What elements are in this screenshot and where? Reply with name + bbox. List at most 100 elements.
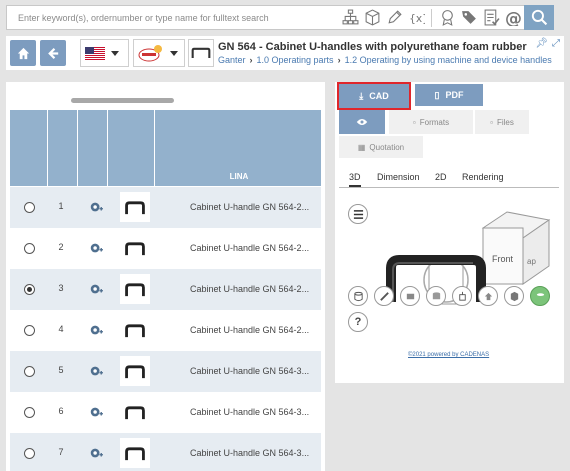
gear-plus-icon[interactable] (89, 364, 103, 378)
tab-3d[interactable]: 3D (349, 172, 361, 187)
row-name: Cabinet U-handle GN 564-3... (190, 448, 310, 458)
us-flag-icon (85, 46, 105, 60)
tab-rendering[interactable]: Rendering (462, 172, 504, 182)
row-name: Cabinet U-handle GN 564-2... (190, 243, 310, 253)
row-number: 7 (58, 447, 64, 457)
section-icon[interactable] (400, 286, 420, 306)
column-header-lina[interactable]: LINA (157, 172, 321, 181)
row-name: Cabinet U-handle GN 564-2... (190, 284, 310, 294)
product-table-panel: LINA 1 Cabinet U-handle GN 564-2... 2 Cabin… (6, 82, 325, 471)
powered-by-link[interactable]: ©2021 powered by CADENAS (408, 352, 489, 358)
language-dropdown[interactable] (80, 39, 129, 67)
breadcrumb-operating-parts[interactable]: 1.0 Operating parts (257, 55, 334, 65)
cabinet-handle-icon (125, 241, 145, 255)
view-tabs: 3D Dimension 2D Rendering (339, 170, 559, 188)
color-icon[interactable] (530, 286, 550, 306)
row-name: Cabinet U-handle GN 564-2... (190, 325, 310, 335)
svg-text:@: @ (505, 9, 522, 26)
page-title: GN 564 - Cabinet U-handles with polyuret… (218, 41, 527, 53)
table-row[interactable]: 4 Cabinet U-handle GN 564-2... (10, 310, 321, 351)
svg-text:{x}: {x} (409, 12, 425, 25)
horizontal-scrollbar[interactable] (71, 98, 174, 103)
table-row[interactable]: 6 Cabinet U-handle GN 564-3... (10, 392, 321, 433)
cabinet-handle-icon (125, 405, 145, 419)
pdf-button-label: PDF (445, 90, 464, 100)
breadcrumb-machine-handles[interactable]: 1.2 Operating by using machine and devic… (345, 55, 552, 65)
sitemap-icon[interactable] (339, 7, 361, 29)
chevron-down-icon (111, 50, 119, 56)
table-row[interactable]: 7 Cabinet U-handle GN 564-3... (10, 433, 321, 471)
tags-icon[interactable] (458, 7, 480, 29)
row-thumbnail (120, 397, 150, 427)
tab-quotation-label: Quotation (369, 142, 405, 152)
gear-plus-icon[interactable] (89, 282, 103, 296)
document-icon: ▯ (434, 89, 440, 100)
table-row[interactable]: 3 Cabinet U-handle GN 564-2... (10, 269, 321, 310)
row-radio[interactable] (24, 325, 35, 336)
table-row[interactable]: 2 Cabinet U-handle GN 564-2... (10, 228, 321, 269)
row-thumbnail (120, 315, 150, 345)
cad-button[interactable]: ⤓ CAD (337, 82, 411, 110)
tab-formats[interactable]: ▫ Formats (389, 110, 473, 134)
tab-2d[interactable]: 2D (435, 172, 447, 182)
product-header: GN 564 - Cabinet U-handles with polyuret… (6, 36, 564, 70)
pdf-button[interactable]: ▯ PDF (415, 84, 483, 106)
row-radio[interactable] (24, 407, 35, 418)
cube-icon[interactable] (361, 7, 383, 29)
gear-plus-icon[interactable] (89, 446, 103, 460)
gear-plus-icon[interactable] (89, 323, 103, 337)
cylinder-icon[interactable] (426, 286, 446, 306)
certificate-icon[interactable] (436, 7, 458, 29)
pencil-icon[interactable] (383, 7, 405, 29)
gear-plus-icon[interactable] (89, 405, 103, 419)
column-divider (77, 110, 78, 186)
breadcrumb-chevron-icon: › (337, 55, 341, 65)
download-icon: ⤓ (359, 90, 364, 101)
file-icon: ▫ (412, 117, 416, 127)
tab-files-label: Files (496, 117, 514, 127)
row-name: Cabinet U-handle GN 564-3... (190, 407, 310, 417)
tab-preview[interactable] (339, 110, 385, 134)
table-row[interactable]: 1 Cabinet U-handle GN 564-2... (10, 187, 321, 228)
cabinet-handle-icon (191, 47, 211, 58)
catalog-dropdown[interactable] (133, 39, 185, 67)
table-header: LINA (10, 110, 321, 186)
cad-button-label: CAD (369, 91, 389, 101)
3d-viewer[interactable]: Front ap ? (341, 194, 557, 346)
row-thumbnail (120, 356, 150, 386)
variable-icon[interactable]: {x} (405, 7, 427, 29)
home-view-icon[interactable] (478, 286, 498, 306)
tab-quotation[interactable]: ▦ Quotation (339, 136, 423, 158)
explode-icon[interactable] (452, 286, 472, 306)
cabinet-handle-icon (125, 323, 145, 337)
table-row[interactable]: 5 Cabinet U-handle GN 564-3... (10, 351, 321, 392)
cad-panel: ⤓ CAD ▯ PDF ▫ Formats ▫ Files ▦ Quotation 3… (335, 82, 564, 383)
database-icon[interactable] (348, 286, 368, 306)
search-input[interactable] (7, 6, 339, 29)
at-icon[interactable]: @ (502, 7, 524, 29)
shaded-cube-icon[interactable] (504, 286, 524, 306)
row-radio[interactable] (24, 284, 35, 295)
arrow-left-icon (47, 47, 58, 59)
search-button[interactable] (524, 5, 554, 30)
menu-list-icon[interactable] (348, 204, 368, 224)
measure-icon[interactable] (374, 286, 394, 306)
tab-files[interactable]: ▫ Files (475, 110, 529, 134)
help-icon[interactable]: ? (348, 312, 368, 332)
tab-dimension[interactable]: Dimension (377, 172, 420, 182)
home-button[interactable] (10, 40, 36, 66)
row-radio[interactable] (24, 243, 35, 254)
row-radio[interactable] (24, 202, 35, 213)
breadcrumb: Ganter › 1.0 Operating parts › 1.2 Operating… (218, 55, 552, 65)
expand-icon[interactable]: ⤢ (552, 38, 560, 49)
row-radio[interactable] (24, 448, 35, 459)
breadcrumb-ganter[interactable]: Ganter (218, 55, 246, 65)
gear-plus-icon[interactable] (89, 200, 103, 214)
back-button[interactable] (40, 40, 66, 66)
pin-icon[interactable]: 📌︎ (535, 38, 548, 49)
checklist-icon[interactable] (480, 7, 502, 29)
row-radio[interactable] (24, 366, 35, 377)
view-cube-front-label: Front (492, 254, 514, 264)
home-icon (17, 47, 29, 59)
gear-plus-icon[interactable] (89, 241, 103, 255)
